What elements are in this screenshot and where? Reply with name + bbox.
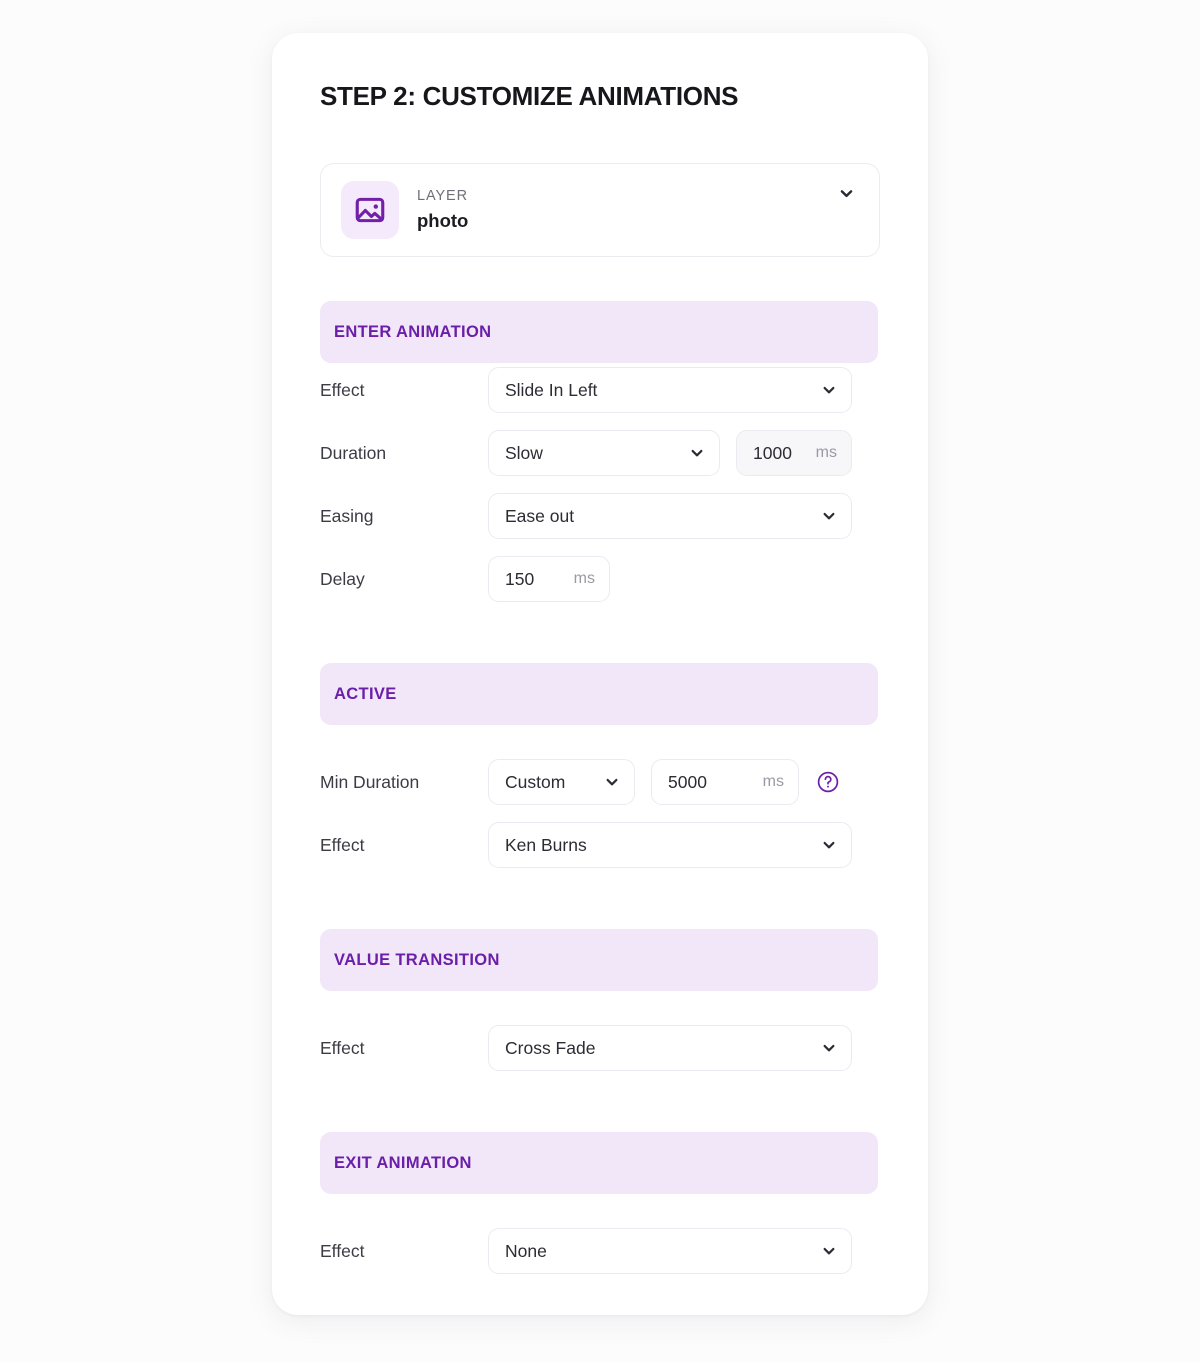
section-title: ENTER ANIMATION — [334, 322, 492, 341]
enter-effect-select[interactable]: Slide In Left — [488, 367, 852, 413]
row-label: Effect — [320, 379, 365, 400]
min-duration-select[interactable]: Custom — [488, 759, 635, 805]
section-title: EXIT ANIMATION — [334, 1153, 472, 1172]
chevron-down-icon — [821, 1040, 837, 1056]
exit-effect-value: None — [505, 1240, 547, 1261]
section-band-enter-animation: ENTER ANIMATION — [320, 301, 878, 363]
enter-effect-value: Slide In Left — [505, 379, 598, 400]
enter-duration-select[interactable]: Slow — [488, 430, 720, 476]
unit-label: ms — [815, 444, 837, 461]
customize-animations-card: STEP 2: CUSTOMIZE ANIMATIONS LAYER photo — [272, 33, 928, 1315]
row-active-effect: Effect Ken Burns — [320, 822, 880, 868]
active-effect-value: Ken Burns — [505, 834, 587, 855]
value-transition-effect-select[interactable]: Cross Fade — [488, 1025, 852, 1071]
help-circle-icon[interactable] — [815, 769, 841, 795]
active-effect-select[interactable]: Ken Burns — [488, 822, 852, 868]
row-exit-effect: Effect None — [320, 1228, 880, 1274]
min-duration-ms-field[interactable]: 5000 ms — [651, 759, 799, 805]
row-label: Effect — [320, 1240, 365, 1261]
image-icon — [341, 181, 399, 239]
section-band-active: ACTIVE — [320, 663, 878, 725]
section-band-exit-animation: EXIT ANIMATION — [320, 1132, 878, 1194]
unit-label: ms — [762, 773, 784, 790]
enter-duration-value: Slow — [505, 442, 543, 463]
row-label: Duration — [320, 442, 387, 463]
row-enter-effect: Effect Slide In Left — [320, 367, 880, 413]
chevron-down-icon — [689, 445, 705, 461]
value-transition-effect-value: Cross Fade — [505, 1037, 596, 1058]
layer-selector[interactable]: LAYER photo — [320, 163, 880, 257]
row-enter-duration: Duration Slow 1000 ms — [320, 430, 880, 476]
layer-kicker: LAYER — [417, 187, 468, 204]
enter-easing-value: Ease out — [505, 505, 575, 526]
enter-delay-value: 150 — [505, 568, 535, 589]
min-duration-value: Custom — [505, 771, 566, 792]
row-label: Easing — [320, 505, 374, 526]
row-enter-easing: Easing Ease out — [320, 493, 880, 539]
row-label: Effect — [320, 1037, 365, 1058]
row-label: Effect — [320, 834, 365, 855]
exit-effect-select[interactable]: None — [488, 1228, 852, 1274]
chevron-down-icon — [604, 774, 620, 790]
row-label: Min Duration — [320, 771, 420, 792]
section-title: ACTIVE — [334, 684, 397, 703]
enter-duration-ms-value: 1000 — [753, 442, 792, 463]
layer-text-group: LAYER photo — [417, 187, 833, 234]
row-active-min-duration: Min Duration Custom 5000 ms — [320, 759, 880, 805]
chevron-down-icon — [821, 382, 837, 398]
page-root: STEP 2: CUSTOMIZE ANIMATIONS LAYER photo — [0, 0, 1200, 1362]
chevron-down-icon — [821, 1243, 837, 1259]
chevron-down-icon — [821, 837, 837, 853]
section-title: VALUE TRANSITION — [334, 950, 500, 969]
enter-duration-ms-field[interactable]: 1000 ms — [736, 430, 852, 476]
row-enter-delay: Delay 150 ms — [320, 556, 880, 602]
chevron-down-icon[interactable] — [833, 180, 859, 206]
enter-delay-field[interactable]: 150 ms — [488, 556, 610, 602]
row-value-transition-effect: Effect Cross Fade — [320, 1025, 880, 1071]
min-duration-ms-value: 5000 — [668, 771, 707, 792]
page-title: STEP 2: CUSTOMIZE ANIMATIONS — [320, 81, 739, 111]
enter-easing-select[interactable]: Ease out — [488, 493, 852, 539]
section-band-value-transition: VALUE TRANSITION — [320, 929, 878, 991]
chevron-down-icon — [821, 508, 837, 524]
row-label: Delay — [320, 568, 365, 589]
unit-label: ms — [573, 570, 595, 587]
layer-value: photo — [417, 210, 469, 232]
